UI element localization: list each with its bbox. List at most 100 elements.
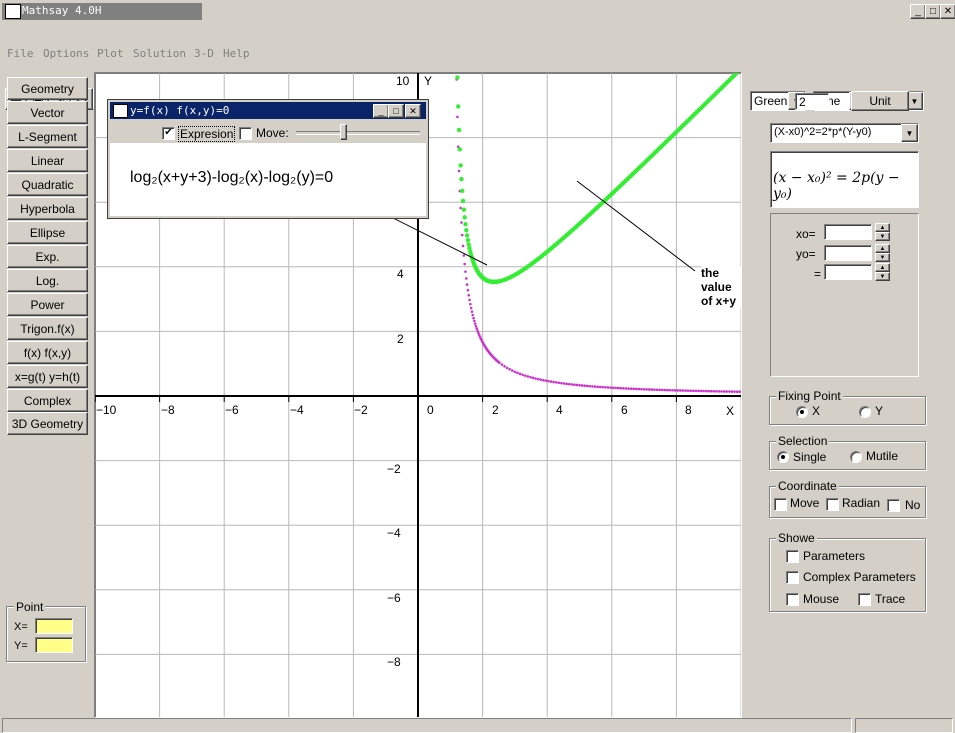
curve-point-y: [733, 390, 736, 393]
geometry-button[interactable]: Geometry: [7, 77, 88, 100]
spin-up-icon[interactable]: ▲: [875, 244, 890, 253]
coordinate-title: Coordinate: [776, 479, 839, 493]
annotation-label: the value of x+y: [701, 266, 741, 308]
curve-point-y: [461, 244, 465, 248]
curve-point-y: [686, 389, 690, 392]
radian-checkbox[interactable]: [826, 498, 839, 511]
trace-label: Trace: [875, 592, 906, 606]
curve-point-y: [456, 115, 459, 119]
linear-button[interactable]: Linear: [7, 149, 88, 172]
ellipse-button[interactable]: Ellipse: [7, 221, 88, 244]
spin-down-icon[interactable]: ▼: [875, 253, 890, 262]
curve-point-y: [549, 380, 553, 383]
curve-point-y: [542, 378, 545, 382]
spin-down-icon[interactable]: ▼: [875, 272, 890, 281]
mouse-checkbox[interactable]: [786, 593, 799, 606]
curve-point-y: [720, 390, 723, 393]
curve-point-y: [655, 388, 659, 392]
spin-down-icon[interactable]: ▼: [875, 232, 890, 241]
vector-button[interactable]: Vector: [7, 101, 88, 124]
curve-point-y: [629, 387, 633, 391]
curve-point-y: [460, 233, 464, 237]
trace-checkbox[interactable]: [858, 593, 871, 606]
radian-label: Radian: [842, 496, 881, 510]
p-field[interactable]: [824, 264, 872, 280]
curve-point-y: [570, 383, 574, 386]
curve-point-y: [722, 390, 726, 393]
complex-button[interactable]: Complex: [7, 389, 88, 412]
curve-point-y: [702, 389, 705, 393]
equation-select[interactable]: (X-x0)^2=2*p*(Y-y0) ▼: [770, 123, 919, 143]
move-label: Move:: [256, 126, 289, 140]
curve-point-y: [547, 379, 550, 383]
curve-point-y: [635, 387, 638, 391]
spin-up-icon[interactable]: ▲: [875, 263, 890, 272]
yo-spinner[interactable]: ▲ ▼: [875, 244, 890, 262]
move-slider-thumb[interactable]: [340, 124, 347, 140]
single-radio[interactable]: [777, 451, 789, 463]
curve-point-sum: [465, 238, 471, 243]
trigon-button[interactable]: Trigon.f(x): [7, 317, 88, 340]
function-subwindow[interactable]: y=f(x) f(x,y)=0 _ □ ✕ ✔ Expresion Move: …: [107, 99, 429, 219]
3d-geometry-button[interactable]: 3D Geometry: [7, 412, 88, 435]
power-button[interactable]: Power: [7, 293, 88, 316]
curve-point-y: [735, 390, 739, 393]
move-checkbox[interactable]: [239, 127, 252, 140]
parameters-box: xo= ▲ ▼ yo= ▲ ▼ = ▲ ▼: [770, 213, 919, 377]
unit-value-field[interactable]: 2: [795, 93, 829, 110]
y-tick-label: 4: [397, 267, 404, 281]
curve-point-y: [578, 383, 581, 387]
curve-point-sum: [463, 221, 468, 227]
yo-field[interactable]: [824, 245, 872, 261]
mutile-radio[interactable]: [850, 451, 862, 463]
point-x-field[interactable]: [35, 618, 73, 634]
move-slider-track[interactable]: [296, 131, 420, 135]
subwindow-maximize-button[interactable]: □: [388, 104, 404, 118]
maximize-button[interactable]: □: [925, 4, 941, 19]
selection-group: Selection Single Mutile: [769, 434, 926, 470]
minimize-button[interactable]: _: [910, 4, 926, 19]
y-tick-label: −8: [387, 655, 401, 669]
parameters-checkbox[interactable]: [786, 550, 799, 563]
fixing-y-radio[interactable]: [859, 406, 871, 418]
x-tick-label: 2: [492, 403, 499, 417]
parametric-button[interactable]: x=g(t) y=h(t): [7, 365, 88, 388]
curve-point-y: [513, 370, 517, 374]
curve-point-y: [573, 383, 576, 387]
x-tick-label: −4: [290, 403, 304, 417]
hyperbola-button[interactable]: Hyperbola: [7, 197, 88, 220]
spin-up-icon[interactable]: ▲: [875, 223, 890, 232]
curve-point-y: [709, 389, 713, 393]
exp-button[interactable]: Exp.: [7, 245, 88, 268]
y-tick-label: −4: [387, 526, 401, 540]
curve-point-y: [472, 316, 475, 320]
chevron-down-icon[interactable]: ▼: [901, 124, 918, 142]
unit-button[interactable]: Unit: [851, 91, 909, 111]
p-spinner[interactable]: ▲ ▼: [875, 263, 890, 281]
move-coord-checkbox[interactable]: [774, 498, 787, 511]
fixing-x-radio[interactable]: [796, 406, 808, 418]
xo-field[interactable]: [824, 224, 872, 240]
curve-point-y: [619, 386, 623, 390]
curve-point-y: [666, 388, 669, 392]
no-checkbox[interactable]: [887, 499, 900, 512]
log-button[interactable]: Log.: [7, 269, 88, 292]
l-segment-button[interactable]: L-Segment: [7, 125, 88, 148]
curve-point-y: [591, 385, 594, 388]
curve-point-y: [676, 389, 679, 392]
expression-checkbox[interactable]: ✔: [162, 127, 175, 140]
xo-spinner[interactable]: ▲ ▼: [875, 223, 890, 241]
curve-point-y: [567, 382, 571, 386]
fx-fxy-button[interactable]: f(x) f(x,y): [7, 341, 88, 364]
subwindow-minimize-button[interactable]: _: [373, 104, 389, 118]
subwindow-close-button[interactable]: ✕: [405, 104, 421, 118]
close-button[interactable]: ✕: [940, 4, 955, 19]
curve-point-y: [614, 386, 617, 390]
point-y-field[interactable]: [35, 637, 73, 653]
curve-point-y: [544, 379, 548, 382]
curve-point-y: [671, 388, 674, 392]
curve-point-y: [694, 389, 698, 393]
complex-parameters-checkbox[interactable]: [786, 571, 799, 584]
yo-label: yo=: [796, 247, 816, 261]
quadratic-button[interactable]: Quadratic: [7, 173, 88, 196]
